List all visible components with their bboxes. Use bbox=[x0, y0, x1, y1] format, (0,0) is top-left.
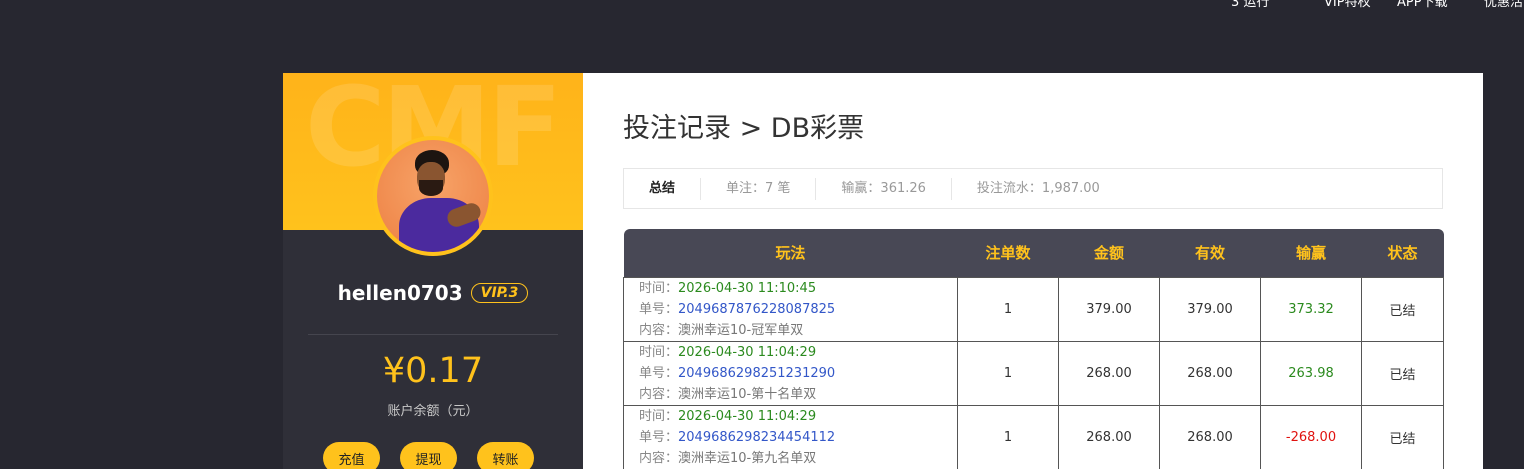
bet-amount: 268.00 bbox=[1058, 404, 1160, 469]
time-label: 时间： bbox=[639, 344, 679, 360]
bet-amount: 268.00 bbox=[1058, 340, 1160, 406]
bet-profit: 263.98 bbox=[1260, 340, 1362, 406]
nav-item-promo[interactable]: 优惠活 bbox=[1484, 0, 1523, 10]
col-count: 注单数 bbox=[957, 229, 1059, 277]
order-label: 单号： bbox=[639, 301, 679, 317]
summary-label: 总结 bbox=[624, 177, 702, 200]
bet-content: 澳洲幸运10-第十名单双 bbox=[678, 386, 817, 402]
content-label: 内容： bbox=[639, 450, 679, 466]
content-label: 内容： bbox=[639, 322, 679, 338]
bet-order-id[interactable]: 2049687876228087825 bbox=[678, 302, 835, 317]
records-table: 玩法 注单数 金额 有效 输赢 状态 时间：2026-04-30 11:10:4… bbox=[623, 229, 1444, 469]
bet-count: 1 bbox=[957, 340, 1059, 406]
time-label: 时间： bbox=[639, 280, 679, 296]
transfer-button[interactable]: 转账 bbox=[477, 442, 534, 469]
username: hellen0703 bbox=[337, 281, 463, 305]
col-valid: 有效 bbox=[1159, 229, 1261, 277]
bet-profit: -268.00 bbox=[1260, 404, 1362, 469]
bet-count: 1 bbox=[957, 276, 1059, 342]
bet-content: 澳洲幸运10-第九名单双 bbox=[678, 450, 817, 466]
bet-content: 澳洲幸运10-冠军单双 bbox=[678, 322, 804, 338]
nav-item-vip[interactable]: VIP特权 bbox=[1324, 0, 1371, 10]
deposit-button[interactable]: 充值 bbox=[323, 442, 380, 469]
table-row: 时间：2026-04-30 11:10:45 单号：20496878762280… bbox=[623, 276, 1444, 342]
balance-amount: ¥0.17 bbox=[382, 351, 484, 391]
order-label: 单号： bbox=[639, 429, 679, 445]
col-amount: 金额 bbox=[1058, 229, 1160, 277]
bet-profit: 373.32 bbox=[1260, 276, 1362, 342]
order-label: 单号： bbox=[639, 365, 679, 381]
bet-count: 1 bbox=[957, 404, 1059, 469]
bet-status: 已结 bbox=[1361, 276, 1444, 342]
bet-status: 已结 bbox=[1361, 404, 1444, 469]
bet-order-id[interactable]: 2049686298234454112 bbox=[678, 430, 835, 445]
bet-info: 时间：2026-04-30 11:04:29 单号：20496862982512… bbox=[623, 340, 958, 406]
table-row: 时间：2026-04-30 11:04:29 单号：20496862982512… bbox=[623, 340, 1444, 406]
summary-turnover: 投注流水：1,987.00 bbox=[976, 180, 1100, 196]
withdraw-button[interactable]: 提现 bbox=[400, 442, 457, 469]
records-table-wrap: 玩法 注单数 金额 有效 输赢 状态 时间：2026-04-30 11:10:4… bbox=[623, 229, 1444, 469]
summary-orders: 单注：7 笔 bbox=[701, 177, 817, 200]
username-row: hellen0703 VIP.3 bbox=[283, 281, 583, 305]
col-status: 状态 bbox=[1361, 229, 1444, 277]
bet-status: 已结 bbox=[1361, 340, 1444, 406]
nav-item-app[interactable]: APP下载 bbox=[1397, 0, 1448, 10]
table-header: 玩法 注单数 金额 有效 输赢 状态 bbox=[623, 229, 1444, 277]
divider bbox=[308, 334, 558, 335]
bet-valid: 268.00 bbox=[1159, 340, 1261, 406]
bet-valid: 379.00 bbox=[1159, 276, 1261, 342]
bet-info: 时间：2026-04-30 11:10:45 单号：20496878762280… bbox=[623, 276, 958, 342]
bet-time: 2026-04-30 11:04:29 bbox=[678, 408, 817, 424]
table-row: 时间：2026-04-30 11:04:29 单号：20496862982344… bbox=[623, 404, 1444, 469]
bet-order-id[interactable]: 2049686298251231290 bbox=[678, 366, 835, 381]
summary-profit: 输赢：361.26 bbox=[816, 177, 952, 200]
bet-time: 2026-04-30 11:10:45 bbox=[678, 280, 817, 296]
time-label: 时间： bbox=[639, 408, 679, 424]
col-play: 玩法 bbox=[623, 229, 958, 277]
nav-item-run[interactable]: 3 运行 bbox=[1231, 0, 1269, 10]
profile-card: CMF hellen0703 VIP.3 ¥0.17 账户余额（元） 充值 提现 … bbox=[283, 73, 583, 469]
bet-info: 时间：2026-04-30 11:04:29 单号：20496862982344… bbox=[623, 404, 958, 469]
bet-valid: 268.00 bbox=[1159, 404, 1261, 469]
col-profit: 输赢 bbox=[1260, 229, 1362, 277]
page-title: 投注记录 > DB彩票 bbox=[623, 113, 865, 144]
bet-amount: 379.00 bbox=[1058, 276, 1160, 342]
avatar[interactable] bbox=[373, 136, 493, 256]
vip-badge: VIP.3 bbox=[470, 283, 529, 303]
balance-label: 账户余额（元） bbox=[387, 404, 479, 419]
summary-bar: 总结 单注：7 笔 输赢：361.26 投注流水：1,987.00 bbox=[623, 168, 1443, 209]
content-label: 内容： bbox=[639, 386, 679, 402]
bet-time: 2026-04-30 11:04:29 bbox=[678, 344, 817, 360]
bet-records-panel: 投注记录 > DB彩票 总结 单注：7 笔 输赢：361.26 投注流水：1,9… bbox=[583, 73, 1483, 469]
